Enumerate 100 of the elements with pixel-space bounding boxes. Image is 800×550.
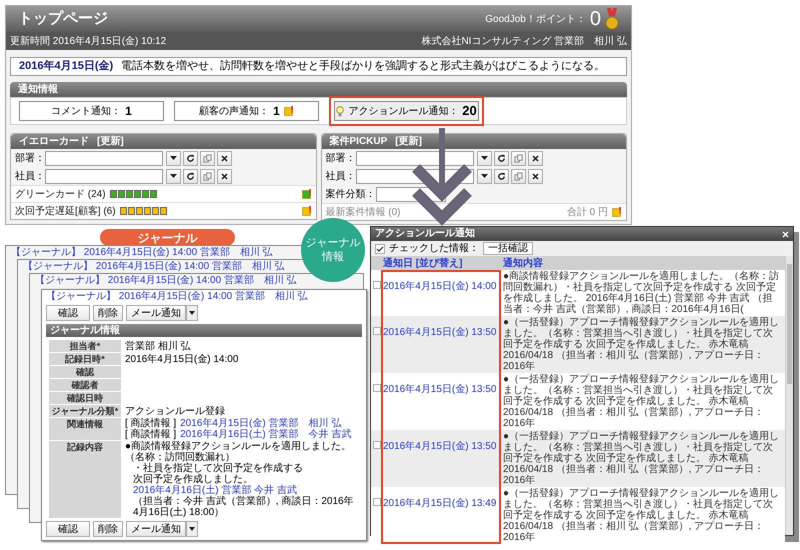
field-label: 記録日時* — [49, 353, 121, 365]
input-field[interactable] — [45, 168, 163, 184]
row-checkbox[interactable] — [373, 384, 381, 392]
journal-header-link[interactable]: 【ジャーナル】 2016年4月15日(金) 14:00 営業部 相川 弘 — [11, 247, 273, 258]
message-text: 電話本数を増やせ、訪問軒数を増やせと手段ばかりを強調すると形式主義がはびこるようになる。 — [121, 58, 606, 74]
section-title: ジャーナル情報 — [50, 326, 120, 336]
column-header[interactable]: 通知日 [並び替え] — [371, 256, 503, 270]
field-value: ・社員を指定して次回予定を作成する — [132, 463, 304, 474]
journal-header-link[interactable]: 【ジャーナル】 2016年4月15日(金) 14:00 営業部 相川 弘 — [23, 261, 285, 272]
date-link[interactable]: 2016年4月15日(金) 13:50 — [383, 327, 496, 338]
clear-button[interactable] — [528, 150, 542, 166]
clear-button[interactable] — [528, 168, 542, 184]
input-field[interactable] — [356, 150, 474, 166]
dropdown-button[interactable] — [166, 150, 181, 166]
action-button[interactable]: メール通知 — [126, 521, 186, 537]
total-amount: 合計 0 円 — [566, 206, 608, 220]
points-value: 0 — [590, 9, 601, 29]
toolbar-label: チェックした情報： — [389, 242, 479, 256]
action-button[interactable]: 確認 — [46, 521, 90, 537]
notification-button[interactable]: アクションルール通知： 20 — [334, 101, 479, 121]
row-checkbox[interactable] — [373, 498, 381, 506]
dropdown-button[interactable] — [166, 168, 181, 184]
ref-tag: [ 商談情報 ] — [125, 429, 176, 440]
circle-label: ジャーナル — [306, 236, 360, 250]
dropdown-button[interactable] — [476, 150, 492, 166]
action-button[interactable]: メール通知 — [126, 305, 186, 321]
caret-icon — [189, 527, 195, 531]
close-icon — [221, 154, 228, 162]
field-label: 担当者* — [49, 340, 121, 352]
card-row[interactable]: グリーンカード (24) — [11, 185, 316, 202]
lightbulb-icon — [336, 106, 344, 116]
refresh-button[interactable] — [494, 150, 508, 166]
journal-header-link[interactable]: 【ジャーナル】 2016年4月15日(金) 14:00 営業部 相川 弘 — [35, 275, 297, 286]
memo-icon — [302, 189, 312, 199]
row-checkbox[interactable] — [373, 281, 381, 289]
refresh-link[interactable]: [更新] — [395, 134, 422, 149]
points-label: GoodJob！ポイント： — [485, 12, 586, 26]
circle-label: 情報 — [322, 250, 344, 264]
panel-title: イエローカード — [19, 135, 89, 149]
caret-icon — [189, 311, 195, 315]
notification-text: ●商談情報登録アクションルールを適用しました。（名称：訪問回数漏れ）・社員を指定して次回予定を作成する 次回予定を作成しました。 2016年4月16日(土) 営業部 今井 吉武 （担当者：今井 吉武（営業部）, 商談日：2016年4月16日( — [503, 271, 780, 315]
card-label: 次回予定遅延[顧客] (6) — [15, 204, 116, 218]
field-label: 部署： — [15, 152, 45, 166]
row-checkbox[interactable] — [373, 441, 381, 449]
notification-text: ●（一括登録）アプローチ情報登録アクションルールを適用しました。（名称：営業担当へ引き渡し）・社員を指定して次回予定を作成する 次回予定を作成しました。 赤木竜稿 2016/04/18 （担当者：相川 弘（営業部）, アプローチ日：2016年 — [503, 317, 780, 372]
check-icon[interactable] — [375, 244, 385, 254]
dropdown-button[interactable] — [186, 521, 198, 537]
record-link[interactable]: 2016年4月16日(土) 営業部 今井 吉武 — [180, 429, 352, 440]
field-value: （担当者：今井 吉武（営業部）, 商談日：2016年4月16日(土) 18:00） — [132, 496, 355, 518]
section-title: 通知情報 — [18, 82, 58, 97]
action-button[interactable]: 削除 — [93, 305, 123, 321]
close-icon — [532, 154, 538, 162]
row-checkbox[interactable] — [373, 327, 381, 335]
medal-icon — [605, 8, 619, 30]
field-label: 確認 — [49, 366, 121, 378]
page-title: トップページ — [18, 8, 108, 29]
field-value: 2016年4月15日(金) 14:00 — [125, 354, 240, 364]
panel-title: 案件PICKUP — [330, 134, 388, 149]
scrollbar[interactable] — [785, 256, 793, 535]
date-link[interactable]: 2016年4月15日(金) 13:50 — [383, 384, 496, 395]
field-value: 営業部 相川 弘 — [125, 340, 192, 352]
clear-button[interactable] — [217, 168, 232, 184]
close-icon[interactable] — [782, 230, 789, 238]
journal-badge: ジャーナル — [100, 229, 235, 246]
updated-time: 更新時間 2016年4月15日(金) 10:12 — [10, 34, 166, 48]
refresh-link[interactable]: [更新] — [97, 134, 124, 149]
card-label: グリーンカード (24) — [15, 188, 106, 202]
record-link[interactable]: 2016年4月16日(土) 営業部 今井 吉武 — [125, 485, 359, 496]
field-value: アクションルール登録 — [125, 406, 226, 416]
bulk-confirm-button[interactable]: 一括確認 — [483, 242, 533, 255]
record-link[interactable]: 2016年4月15日(金) 営業部 相川 弘 — [180, 418, 342, 429]
notification-button[interactable]: 顧客の声通知： 1 — [174, 101, 319, 121]
memo-icon — [612, 207, 622, 217]
card-row[interactable]: 次回予定遅延[顧客] (6) — [11, 202, 316, 219]
caret-icon — [480, 174, 488, 178]
ref-tag: [ 商談情報 ] — [125, 418, 176, 429]
date-link[interactable]: 2016年4月15日(金) 13:50 — [383, 441, 496, 452]
notification-button[interactable]: コメント通知： 1 — [19, 101, 164, 121]
field-value: 次回予定を作成しました。 — [132, 474, 254, 485]
input-field[interactable] — [45, 150, 163, 166]
field-label: ジャーナル分類* — [49, 405, 121, 417]
clear-button[interactable] — [217, 150, 232, 166]
field-label: 社員： — [326, 170, 356, 184]
down-arrow-icon — [410, 128, 474, 228]
refresh-button[interactable] — [494, 168, 508, 184]
action-button[interactable]: 削除 — [93, 521, 123, 537]
action-button[interactable]: 確認 — [46, 305, 90, 321]
journal-header-link[interactable]: 【ジャーナル】 2016年4月15日(金) 14:00 営業部 相川 弘 — [46, 291, 362, 302]
date-link[interactable]: 2016年4月15日(金) 14:00 — [383, 281, 496, 292]
date-link[interactable]: 2016年4月15日(金) 13:49 — [383, 498, 496, 509]
dropdown-button[interactable] — [186, 305, 198, 321]
notification-text: ●（一括登録）アプローチ情報登録アクションルールを適用しました。（名称：営業担当へ引き渡し）・社員を指定して次回予定を作成する 次回予定を作成しました。 赤木竜稿 2016/04/18 （担当者：相川 弘（営業部）, アプローチ日：2016年 — [503, 488, 780, 543]
caret-icon — [170, 174, 177, 178]
field-label: 関連情報 — [49, 418, 121, 440]
latest-deals-label: 最新案件情報 (0) — [326, 206, 400, 220]
refresh-button[interactable] — [183, 150, 198, 166]
field-label: 確認日時 — [49, 392, 121, 404]
refresh-button[interactable] — [183, 168, 198, 184]
close-icon — [532, 172, 538, 180]
dropdown-button[interactable] — [476, 168, 492, 184]
